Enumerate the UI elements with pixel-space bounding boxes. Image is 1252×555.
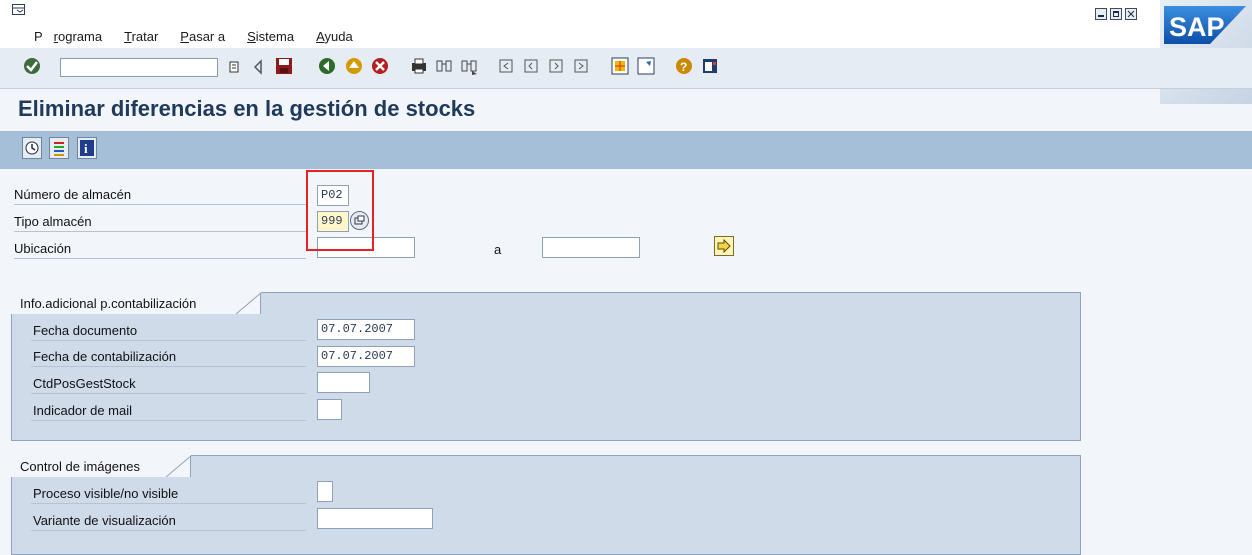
qty-items-underline	[31, 393, 306, 394]
print-icon[interactable]	[409, 56, 429, 76]
find-next-icon[interactable]	[459, 56, 479, 76]
process-visible-label: Proceso visible/no visible	[33, 486, 179, 501]
mail-indicator-underline	[31, 420, 306, 421]
process-visible-checkbox[interactable]	[317, 481, 333, 502]
exit-icon[interactable]	[344, 56, 364, 76]
new-session-icon[interactable]	[610, 56, 630, 76]
page-title: Eliminar diferencias en la gestión de st…	[18, 96, 476, 121]
next-page-icon[interactable]	[546, 56, 566, 76]
qty-items-label: CtdPosGestStock	[33, 376, 136, 391]
display-control-title: Control de imágenes	[20, 459, 140, 474]
mail-indicator-checkbox[interactable]	[317, 399, 342, 420]
window-controls	[1095, 8, 1137, 20]
display-variant-input[interactable]	[317, 508, 433, 529]
selection-options-icon[interactable]	[49, 137, 69, 159]
post-date-label: Fecha de contabilización	[33, 349, 177, 364]
post-date-underline	[31, 366, 306, 367]
multiple-selection-icon[interactable]	[714, 236, 734, 256]
doc-date-underline	[31, 340, 306, 341]
first-page-icon[interactable]	[496, 56, 516, 76]
bin-label: Ubicación	[14, 241, 72, 256]
close-icon[interactable]	[1125, 8, 1137, 20]
shortcut-icon[interactable]	[636, 56, 656, 76]
posting-info-title: Info.adicional p.contabilización	[20, 296, 197, 311]
menu-bar: Programa Tratar Pasar a Sistema Ayuda	[0, 0, 1252, 48]
execute-icon[interactable]	[22, 137, 42, 159]
menu-sistema[interactable]: Sistema	[247, 29, 305, 44]
menu-pasar-a[interactable]: Pasar a	[180, 29, 236, 44]
last-page-icon[interactable]	[571, 56, 591, 76]
doc-date-input[interactable]: 07.07.2007	[317, 319, 415, 340]
warehouse-label-underline	[14, 204, 306, 205]
application-toolbar	[0, 131, 1252, 169]
back-icon[interactable]	[317, 56, 337, 76]
find-icon[interactable]	[434, 56, 454, 76]
svg-text:i: i	[84, 141, 88, 156]
command-history-icon[interactable]	[229, 61, 239, 73]
menu-tratar[interactable]: Tratar	[124, 29, 169, 44]
process-visible-underline	[31, 503, 306, 504]
cancel-icon[interactable]	[370, 56, 390, 76]
group-tab-slant	[236, 292, 262, 314]
menu-items: Programa Tratar Pasar a Sistema Ayuda	[34, 29, 375, 44]
display-variant-underline	[31, 530, 306, 531]
command-field[interactable]	[60, 58, 218, 77]
mail-indicator-label: Indicador de mail	[33, 403, 132, 418]
bin-label-underline	[14, 258, 306, 259]
menu-ayuda[interactable]: Ayuda	[316, 29, 364, 44]
warehouse-label: Número de almacén	[14, 187, 132, 202]
info-icon[interactable]: i	[77, 137, 97, 159]
bin-to-input[interactable]	[542, 237, 640, 258]
svg-text:SAP: SAP	[1169, 12, 1225, 42]
enter-check-icon[interactable]	[22, 56, 42, 76]
svg-text:?: ?	[680, 60, 687, 74]
help-icon[interactable]: ?	[674, 56, 694, 76]
save-icon[interactable]	[274, 56, 294, 76]
display-variant-label: Variante de visualización	[33, 513, 176, 528]
maximize-icon[interactable]	[1110, 8, 1122, 20]
storage-type-label: Tipo almacén	[14, 214, 92, 229]
bin-to-label: a	[494, 242, 502, 257]
sap-logo: SAP	[1164, 6, 1246, 44]
storage-type-label-underline	[14, 231, 306, 232]
minimize-icon[interactable]	[1095, 8, 1107, 20]
group-tab-slant-2	[166, 455, 192, 477]
post-date-input[interactable]: 07.07.2007	[317, 346, 415, 367]
qty-items-input[interactable]	[317, 372, 370, 393]
layout-menu-icon[interactable]	[700, 56, 720, 76]
menu-icon[interactable]	[12, 4, 25, 15]
menu-programa[interactable]: Programa	[34, 29, 113, 44]
previous-page-icon[interactable]	[521, 56, 541, 76]
collapse-arrow-icon[interactable]	[252, 57, 264, 77]
doc-date-label: Fecha documento	[33, 323, 138, 338]
red-highlight-box	[306, 170, 374, 251]
